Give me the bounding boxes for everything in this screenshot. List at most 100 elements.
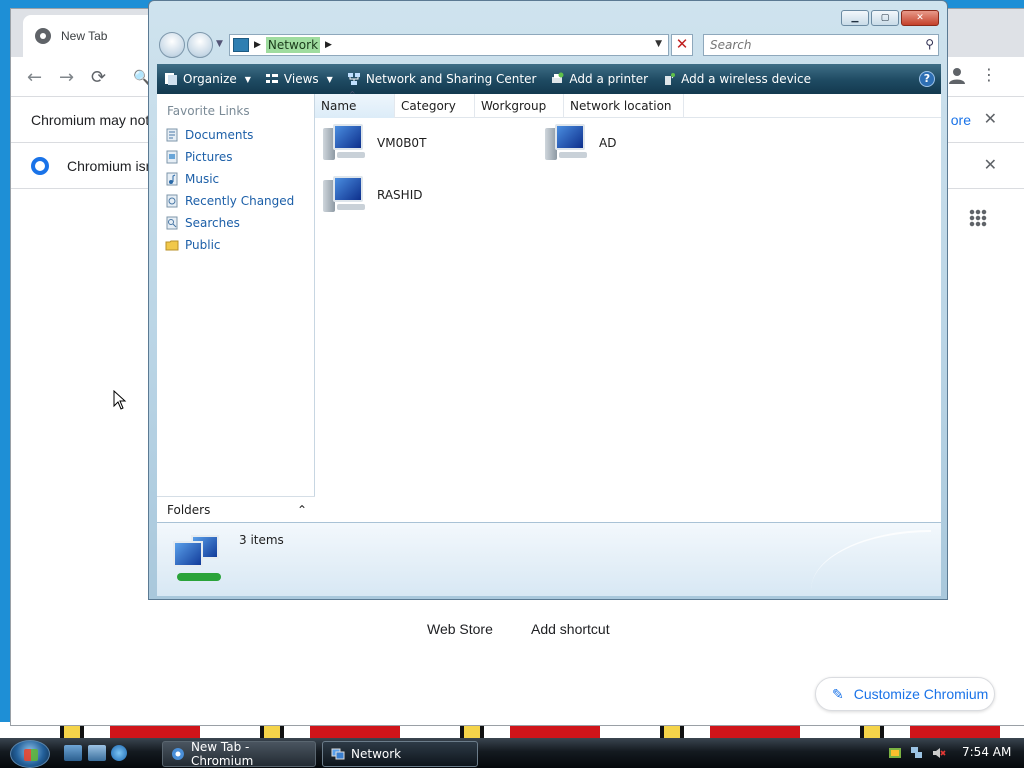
network-sharing-icon <box>347 73 360 85</box>
network-explorer-window: ▁ ▢ ✕ ▼ ▶ Network ▶ ▼ ✕ ⚲ Organize ▼ Vie… <box>148 0 948 600</box>
tab-new-tab[interactable]: New Tab <box>23 15 163 57</box>
search-input[interactable] <box>708 36 908 54</box>
breadcrumb-separator-icon[interactable]: ▶ <box>254 40 261 50</box>
favorite-label: Documents <box>185 128 254 142</box>
favorite-music[interactable]: Music <box>157 168 314 190</box>
favorite-label: Searches <box>185 216 240 230</box>
printer-icon <box>552 72 564 83</box>
maximize-button[interactable]: ▢ <box>871 10 899 26</box>
network-icon <box>169 533 227 589</box>
kebab-menu-icon[interactable]: ⋮ <box>981 65 997 84</box>
column-workgroup[interactable]: Workgroup <box>475 94 564 118</box>
minimize-button[interactable]: ▁ <box>841 10 869 26</box>
chromium-logo-icon <box>35 28 51 44</box>
search-box[interactable]: ⚲ <box>703 34 939 56</box>
window-controls: ▁ ▢ ✕ <box>841 10 939 26</box>
chevron-down-icon: ▼ <box>326 74 333 84</box>
address-bar[interactable]: ▶ Network ▶ ▼ <box>229 34 669 56</box>
task-label: Network <box>351 747 402 761</box>
navigation-pane: Favorite Links Documents Pictures Music … <box>157 94 315 522</box>
folders-label: Folders <box>167 502 211 517</box>
computer-icon <box>323 174 369 216</box>
add-printer-button[interactable]: Add a printer <box>543 64 655 94</box>
taskbar-chromium-button[interactable]: New Tab - Chromium <box>162 740 316 768</box>
favorite-public[interactable]: Public <box>157 234 314 256</box>
column-network-location[interactable]: Network location <box>564 94 684 118</box>
documents-icon <box>166 128 178 142</box>
infobar-learn-more-link[interactable]: ore <box>951 112 971 128</box>
favorite-documents[interactable]: Documents <box>157 124 314 146</box>
network-computer-item[interactable]: RASHID <box>323 174 422 216</box>
back-arrow-icon[interactable]: ← <box>27 67 42 88</box>
favorite-label: Music <box>185 172 220 186</box>
network-status-icon[interactable] <box>910 746 924 760</box>
back-button[interactable] <box>159 32 185 58</box>
reload-icon[interactable]: ⟳ <box>91 67 106 88</box>
add-printer-label: Add a printer <box>569 72 649 86</box>
chevron-down-icon: ▼ <box>244 74 251 84</box>
add-wireless-device-button[interactable]: Add a wireless device <box>655 64 818 94</box>
command-bar: Organize ▼ Views ▼ Network and Sharing C… <box>157 64 941 94</box>
recent-pages-dropdown[interactable]: ▼ <box>216 39 223 49</box>
breadcrumb-separator-icon[interactable]: ▶ <box>325 40 332 50</box>
switch-windows-icon[interactable] <box>88 745 106 761</box>
help-icon[interactable]: ? <box>919 71 935 87</box>
views-button[interactable]: Views ▼ <box>258 64 340 94</box>
infobar-close-icon[interactable]: ✕ <box>984 109 997 129</box>
item-label: RASHID <box>377 188 423 202</box>
system-clock[interactable]: 7:54 AM <box>962 745 1011 759</box>
column-category[interactable]: Category <box>395 94 475 118</box>
column-label: Category <box>401 99 456 113</box>
favorite-label: Public <box>185 238 221 252</box>
chromium-icon <box>171 748 184 760</box>
system-tray <box>888 740 946 766</box>
internet-explorer-icon[interactable] <box>111 745 127 761</box>
organize-button[interactable]: Organize ▼ <box>157 64 258 94</box>
folders-toggle[interactable]: Folders ⌃ <box>157 496 315 522</box>
network-sharing-center-button[interactable]: Network and Sharing Center <box>340 64 544 94</box>
public-folder-icon <box>165 240 179 251</box>
close-button[interactable]: ✕ <box>901 10 939 26</box>
volume-muted-icon[interactable] <box>932 746 946 760</box>
shortcut-web-store[interactable]: Web Store <box>427 621 493 637</box>
stop-icon[interactable]: ✕ <box>671 34 693 56</box>
search-icon[interactable]: ⚲ <box>925 37 934 51</box>
network-computer-item[interactable]: AD <box>545 122 616 164</box>
column-name[interactable]: ^ Name <box>315 90 395 118</box>
sort-ascending-icon: ^ <box>349 90 356 99</box>
item-label: VM0B0T <box>377 136 427 150</box>
tab-title: New Tab <box>61 29 108 43</box>
favorite-searches[interactable]: Searches <box>157 212 314 234</box>
favorite-recently-changed[interactable]: Recently Changed <box>157 190 314 212</box>
item-count: 3 items <box>239 533 284 547</box>
tray-app-icon[interactable] <box>888 746 902 760</box>
customize-label: Customize Chromium <box>853 686 989 702</box>
taskbar-network-button[interactable]: Network <box>322 741 478 767</box>
computer-icon <box>545 122 591 164</box>
start-button[interactable] <box>10 740 50 768</box>
forward-arrow-icon[interactable]: → <box>59 67 74 88</box>
forward-button[interactable] <box>187 32 213 58</box>
address-dropdown-icon[interactable]: ▼ <box>655 39 662 49</box>
favorite-label: Pictures <box>185 150 233 164</box>
show-desktop-icon[interactable] <box>64 745 82 761</box>
column-label: Workgroup <box>481 99 547 113</box>
apps-grid-icon[interactable] <box>969 209 987 227</box>
views-label: Views <box>283 72 319 86</box>
network-computer-item[interactable]: VM0B0T <box>323 122 426 164</box>
column-headers: ^ Name Category Workgroup Network locati… <box>315 90 941 118</box>
infobar-close-icon[interactable]: ✕ <box>984 155 997 175</box>
chevron-up-icon: ⌃ <box>296 502 307 517</box>
pencil-icon: ✎ <box>832 685 844 702</box>
organize-label: Organize <box>183 72 237 86</box>
infobar-text: Chromium isn't <box>67 158 160 174</box>
favorite-pictures[interactable]: Pictures <box>157 146 314 168</box>
profile-avatar-icon[interactable] <box>947 65 967 85</box>
infobar-text: Chromium may not f <box>31 112 158 128</box>
shortcut-add[interactable]: Add shortcut <box>531 621 610 637</box>
decorative-swoosh <box>811 530 931 590</box>
views-icon <box>265 74 278 83</box>
breadcrumb-network[interactable]: Network <box>265 37 321 53</box>
customize-chromium-button[interactable]: ✎ Customize Chromium <box>815 677 995 711</box>
favorite-label: Recently Changed <box>185 194 295 208</box>
